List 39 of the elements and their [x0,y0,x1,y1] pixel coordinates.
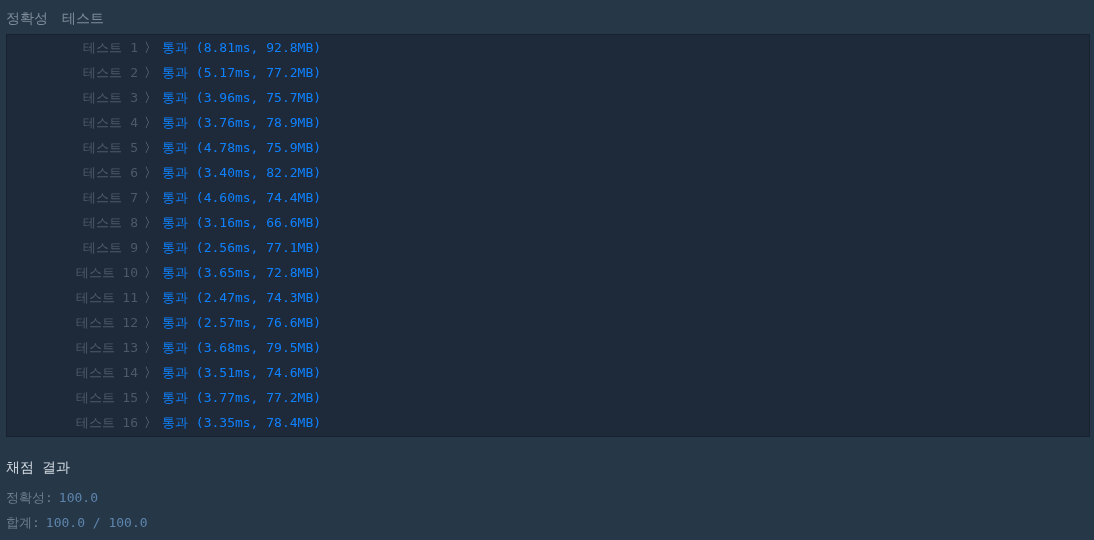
test-result: 통과 (3.35ms, 78.4MB) [162,413,322,432]
chevron-separator: 〉 [142,38,158,57]
section-title: 정확성 [6,10,48,28]
test-result: 통과 (3.51ms, 74.6MB) [162,363,322,382]
summary-label: 정확성: [6,488,53,507]
chevron-separator: 〉 [142,313,158,332]
test-result: 통과 (2.56ms, 77.1MB) [162,238,322,257]
summary-value: 100.0 / 100.0 [45,515,148,530]
test-result: 통과 (2.57ms, 76.6MB) [162,313,322,332]
chevron-separator: 〉 [142,213,158,232]
test-result: 통과 (4.78ms, 75.9MB) [162,138,322,157]
chevron-separator: 〉 [142,88,158,107]
chevron-separator: 〉 [142,413,158,432]
test-result: 통과 (3.68ms, 79.5MB) [162,338,322,357]
test-result: 통과 (4.60ms, 74.4MB) [162,188,322,207]
test-result: 통과 (5.17ms, 77.2MB) [162,63,322,82]
chevron-separator: 〉 [142,338,158,357]
test-result: 통과 (8.81ms, 92.8MB) [162,38,322,57]
test-result: 통과 (3.76ms, 78.9MB) [162,113,322,132]
test-result: 통과 (2.47ms, 74.3MB) [162,288,322,307]
chevron-separator: 〉 [142,163,158,182]
chevron-separator: 〉 [142,138,158,157]
summary-label: 합계: [6,513,40,532]
test-result: 통과 (3.65ms, 72.8MB) [162,263,322,282]
test-result: 통과 (3.77ms, 77.2MB) [162,388,322,407]
test-result: 통과 (3.96ms, 75.7MB) [162,88,322,107]
summary-value: 100.0 [58,490,98,505]
chevron-separator: 〉 [142,63,158,82]
test-result: 통과 (3.40ms, 82.2MB) [162,163,322,182]
chevron-separator: 〉 [142,288,158,307]
section-subtitle: 테스트 [62,10,104,28]
chevron-separator: 〉 [142,263,158,282]
chevron-separator: 〉 [142,238,158,257]
chevron-separator: 〉 [142,188,158,207]
chevron-separator: 〉 [142,363,158,382]
chevron-separator: 〉 [142,388,158,407]
test-result: 통과 (3.16ms, 66.6MB) [162,213,322,232]
chevron-separator: 〉 [142,113,158,132]
summary-title: 채점 결과 [6,459,72,477]
